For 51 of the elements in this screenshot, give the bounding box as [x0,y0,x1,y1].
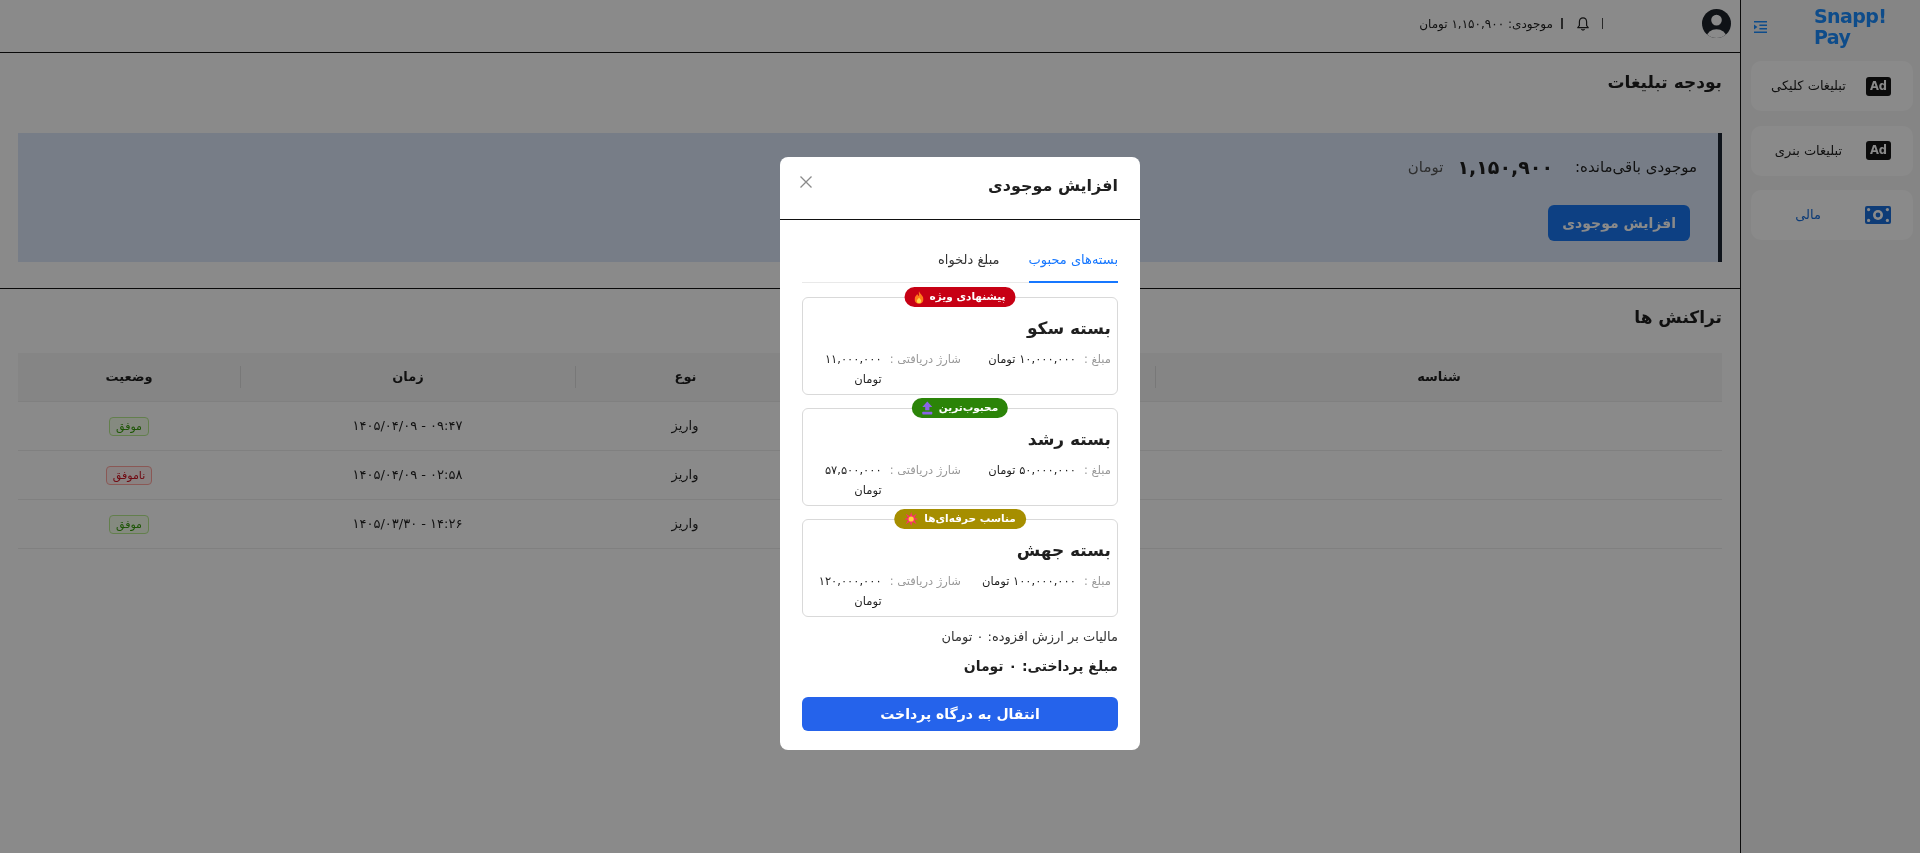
charge-label: شارژ دریافتی : [889,351,961,368]
charge-value: ۵۷,۵۰۰,۰۰۰ تومان [823,462,882,499]
table-cell-text: ۱۴۰۵/۰۴/۰۹ - ۰۲:۵۸ [351,466,464,485]
price-value: ۱۰,۰۰۰,۰۰۰ تومان [988,351,1076,368]
bell-icon[interactable] [1576,16,1589,31]
logo: Snapp! Pay [1814,5,1887,48]
section-title: تراکنش ها [1634,306,1722,330]
payment-gateway-button[interactable]: انتقال به درگاه پرداخت [802,697,1118,731]
status-tag: موفق [109,417,149,436]
column-header: شناسه [1155,366,1722,388]
starburst-icon [904,512,919,526]
currency-label: تومان [1407,156,1444,178]
table-cell-text: واریز [670,515,700,534]
close-icon[interactable] [800,176,812,188]
header-balance: موجودی: ۱,۱۵۰,۹۰۰ تومان [1419,15,1553,33]
tab[interactable]: مبلغ دلخواه [938,244,1000,283]
column-header: وضعیت [104,368,154,386]
page-title: بودجه تبلیغات [1607,71,1722,94]
charge-label: شارژ دریافتی : [889,573,961,590]
ad-icon: Ad [1866,76,1891,96]
charge-label: شارژ دریافتی : [889,462,961,479]
arrow-up-icon [921,401,933,415]
sidebar-item[interactable]: مالی [1751,190,1913,240]
price-label: مبلغ : [1083,351,1111,368]
table-cell-text: ۱۴۰۵/۰۴/۰۹ - ۰۹:۴۷ [351,417,464,436]
flame-icon [914,290,924,304]
price-label: مبلغ : [1083,573,1111,590]
charge-value: ۱۱,۰۰۰,۰۰۰ تومان [823,351,882,388]
payable-total: مبلغ پرداختی: ۰ تومان [962,657,1118,676]
modal-title: افزایش موجودی [988,174,1118,197]
price-label: مبلغ : [1083,462,1111,479]
increase-balance-button[interactable]: افزایش موجودی [1548,205,1690,241]
package-name: بسته جهش [1015,539,1111,562]
table-cell-text: واریز [670,466,700,485]
table-cell-text: ۱۴۰۵/۰۳/۳۰ - ۱۴:۲۶ [351,515,464,534]
banknote-icon [1865,206,1891,224]
status-tag: موفق [109,515,149,534]
balance-label: موجودی باقی‌مانده: [1575,156,1697,178]
package-name: بسته رشد [1026,428,1111,451]
tab[interactable]: بسته‌های محبوب [1028,244,1118,283]
balance-amount: ۱,۱۵۰,۹۰۰ [1457,154,1553,180]
avatar-icon[interactable] [1702,9,1731,38]
ad-icon: Ad [1866,141,1891,160]
column-header: زمان [240,366,575,388]
price-value: ۱۰۰,۰۰۰,۰۰۰ تومان [982,573,1076,590]
status-tag: ناموفق [105,466,153,485]
price-value: ۵۰,۰۰۰,۰۰۰ تومان [988,462,1076,479]
vat-text: مالیات بر ارزش افزوده: ۰ تومان [940,628,1118,647]
package-name: بسته سکو [1025,317,1111,340]
charge-value: ۱۲۰,۰۰۰,۰۰۰ تومان [817,573,882,610]
table-cell-text: واریز [670,417,700,436]
